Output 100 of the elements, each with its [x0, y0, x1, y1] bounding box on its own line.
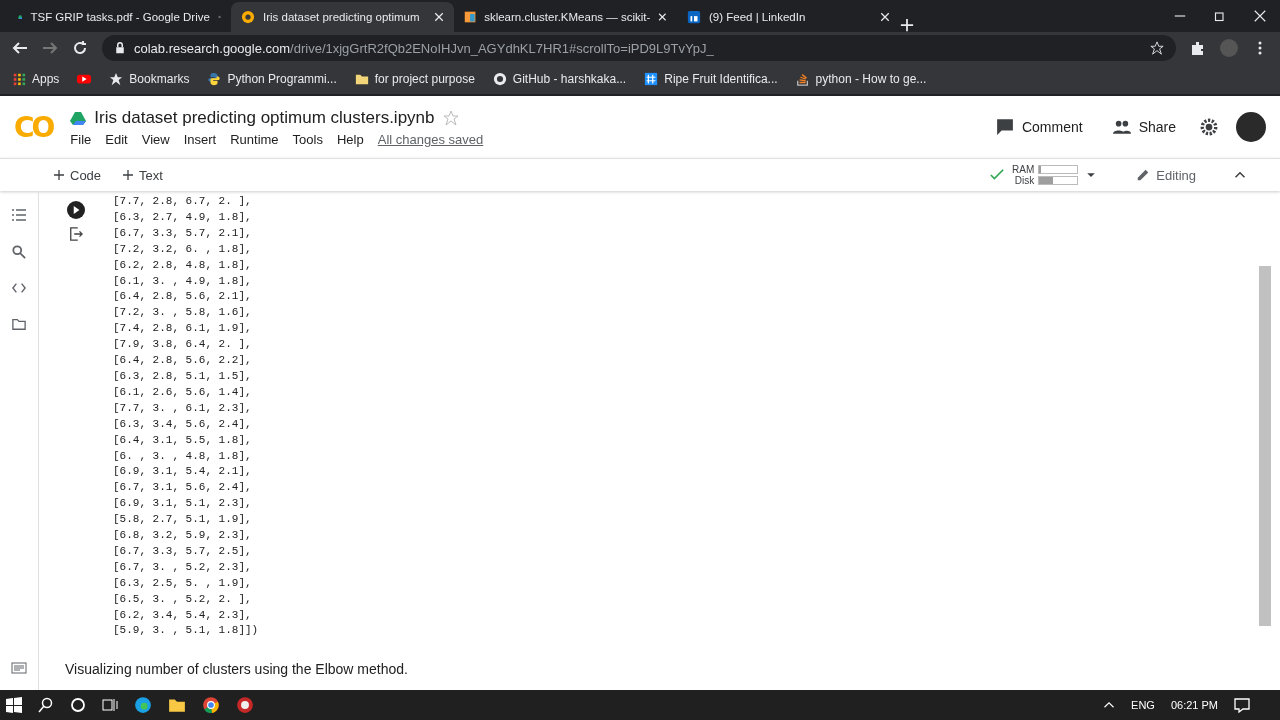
logo-icon[interactable]: [464, 10, 477, 24]
star-icon[interactable]: [109, 72, 124, 86]
output-line: [6.3, 2.5, 5. , 1.9],: [113, 575, 253, 591]
code-icon[interactable]: [12, 281, 26, 295]
play-icon[interactable]: [77, 72, 92, 86]
search-icon[interactable]: [38, 697, 54, 713]
language-indicator[interactable]: ENG: [1131, 699, 1155, 711]
lock-icon: [114, 42, 126, 54]
output-line: [7.7, 2.8, 6.7, 2. ],: [113, 194, 253, 209]
bookmark-link[interactable]: python - How to ge...: [815, 72, 927, 86]
output-line: [6.7, 3.3, 5.7, 2.1],: [113, 225, 253, 241]
tab-title: TSF GRIP tasks.pdf - Google Drive: [30, 11, 210, 23]
output-line: [6.4, 3.1, 5.5, 1.8],: [113, 432, 253, 448]
app-icon[interactable]: [236, 696, 254, 714]
output-line: [6.5, 3. , 5.2, 2. ],: [113, 591, 253, 607]
tab-title: (9) Feed | LinkedIn: [709, 11, 807, 23]
folder-icon[interactable]: [168, 696, 186, 714]
output-line: [7.9, 3.8, 6.4, 2. ],: [113, 337, 253, 353]
chrome-icon[interactable]: [202, 696, 220, 714]
menu-item[interactable]: Insert: [183, 131, 217, 147]
check-icon: [990, 168, 1004, 182]
restore-icon[interactable]: [1214, 10, 1226, 22]
folder-icon[interactable]: [354, 72, 369, 86]
output-line: [6.4, 2.8, 5.6, 2.2],: [113, 353, 253, 369]
python-icon[interactable]: [207, 72, 222, 86]
stack-icon[interactable]: [795, 72, 810, 86]
scrollbar-thumb[interactable]: [1259, 266, 1271, 626]
github-icon[interactable]: [492, 72, 507, 86]
output-line: [7.7, 3. , 6.1, 2.3],: [113, 400, 253, 416]
plus-icon[interactable]: [900, 18, 914, 32]
output-line: [6.3, 2.7, 4.9, 1.8],: [113, 209, 253, 225]
address-bar[interactable]: colab.research.google.com/drive/1xjgGrtR2fQb2ENoIHJvn_AGYdhKL7HR1#scrollTo=iPD9L9TvYpJ_: [102, 35, 1176, 61]
browser-tab[interactable]: (9) Feed | LinkedIn: [677, 2, 900, 32]
notification-icon[interactable]: [1234, 697, 1250, 713]
output-line: [7.2, 3.2, 6. , 1.8],: [113, 241, 253, 257]
grid-icon[interactable]: [12, 72, 26, 86]
circle-icon[interactable]: [70, 697, 86, 713]
output-icon[interactable]: [69, 227, 83, 241]
url-host: colab.research.google.com: [134, 40, 291, 56]
text-cell: Visualizing number of clusters using the Elbow method.: [65, 661, 408, 678]
comment-button[interactable]: Comment: [989, 118, 1089, 136]
bookmark-link[interactable]: Ripe Fruit Identifica...: [664, 72, 778, 86]
logo-icon[interactable]: [241, 10, 255, 24]
pencil-icon: [1136, 168, 1151, 182]
bookmark-link[interactable]: Bookmarks: [129, 72, 190, 86]
save-status-link[interactable]: All changes saved: [377, 131, 484, 147]
folder-icon[interactable]: [12, 317, 26, 331]
browser-tab[interactable]: sklearn.cluster.KMeans — scikit-: [454, 2, 677, 32]
output-line: [6.4, 2.8, 5.6, 2.1],: [113, 289, 253, 305]
bookmark-link[interactable]: Apps: [32, 72, 60, 86]
share-button[interactable]: Share: [1106, 118, 1182, 136]
menu-item[interactable]: Edit: [105, 131, 128, 147]
output-line: [7.4, 2.8, 6.1, 1.9],: [113, 321, 253, 337]
output-line: [6. , 3. , 4.8, 1.8],: [113, 448, 253, 464]
menu-item[interactable]: Runtime: [230, 131, 279, 147]
bookmark-link[interactable]: Python Programmi...: [227, 72, 337, 86]
browser-tab[interactable]: TSF GRIP tasks.pdf - Google Drive: [8, 2, 231, 32]
output-line: [5.8, 2.7, 5.1, 1.9],: [113, 512, 253, 528]
add-cell-button[interactable]: Code: [50, 165, 106, 185]
output-line: [6.3, 3.4, 5.6, 2.4],: [113, 416, 253, 432]
browser-icon[interactable]: [134, 696, 152, 714]
tab-title: sklearn.cluster.KMeans — scikit-: [484, 11, 651, 23]
back-icon[interactable]: [12, 40, 28, 56]
star-icon[interactable]: [442, 109, 459, 126]
plus-icon: [54, 169, 64, 180]
bookmark-link[interactable]: GitHub - harshkaka...: [512, 72, 627, 86]
puzzle-icon[interactable]: [1190, 40, 1206, 56]
output-line: [6.2, 3.4, 5.4, 2.3],: [113, 607, 253, 623]
resource-meter[interactable]: RAM Disk: [1012, 164, 1079, 186]
output-line: [6.3, 2.8, 5.1, 1.5],: [113, 368, 253, 384]
menu-item[interactable]: View: [141, 131, 170, 147]
colab-logo: CO: [14, 110, 53, 144]
search-icon[interactable]: [12, 245, 26, 259]
play-icon[interactable]: [67, 201, 85, 219]
menu-item[interactable]: Help: [336, 131, 364, 147]
tab-title: Iris dataset predicting optimum: [263, 11, 421, 23]
output-line: [6.7, 3.1, 5.6, 2.4],: [113, 480, 253, 496]
url-path: /drive/1xjgGrtR2fQb2ENoIHJvn_AGYdhKL7HR1#scrollTo=iPD9L9TvYpJ_: [290, 40, 714, 56]
output-line: [7.2, 3. , 5.8, 1.6],: [113, 305, 253, 321]
editing-button[interactable]: Editing: [1130, 166, 1202, 184]
output-line: [6.7, 3.3, 5.7, 2.5],: [113, 543, 253, 559]
menu-item[interactable]: Tools: [292, 131, 323, 147]
windows-icon[interactable]: [6, 697, 22, 713]
output-line: [5.9, 3. , 5.1, 1.8]]): [113, 623, 259, 639]
task-view-icon[interactable]: [102, 697, 118, 713]
linkedin-icon[interactable]: [687, 10, 701, 24]
add-cell-button[interactable]: Text: [119, 165, 167, 185]
reload-icon[interactable]: [72, 40, 88, 56]
notebook-title[interactable]: Iris dataset predicting optimum clusters.ipynb: [94, 107, 435, 128]
avatar[interactable]: [1236, 112, 1266, 142]
output-line: [6.7, 3. , 5.2, 2.3],: [113, 559, 253, 575]
list-icon[interactable]: [11, 207, 27, 223]
forward-icon[interactable]: [42, 40, 58, 56]
hash-icon[interactable]: [644, 72, 659, 86]
bookmark-link[interactable]: for project purpose: [374, 72, 475, 86]
settings-icon[interactable]: [1200, 118, 1218, 136]
clock[interactable]: 06:21 PM: [1170, 699, 1218, 711]
output-line: [6.9, 3.1, 5.1, 2.3],: [113, 496, 253, 512]
menu-item[interactable]: File: [70, 131, 92, 147]
browser-tab[interactable]: Iris dataset predicting optimum: [231, 2, 454, 32]
